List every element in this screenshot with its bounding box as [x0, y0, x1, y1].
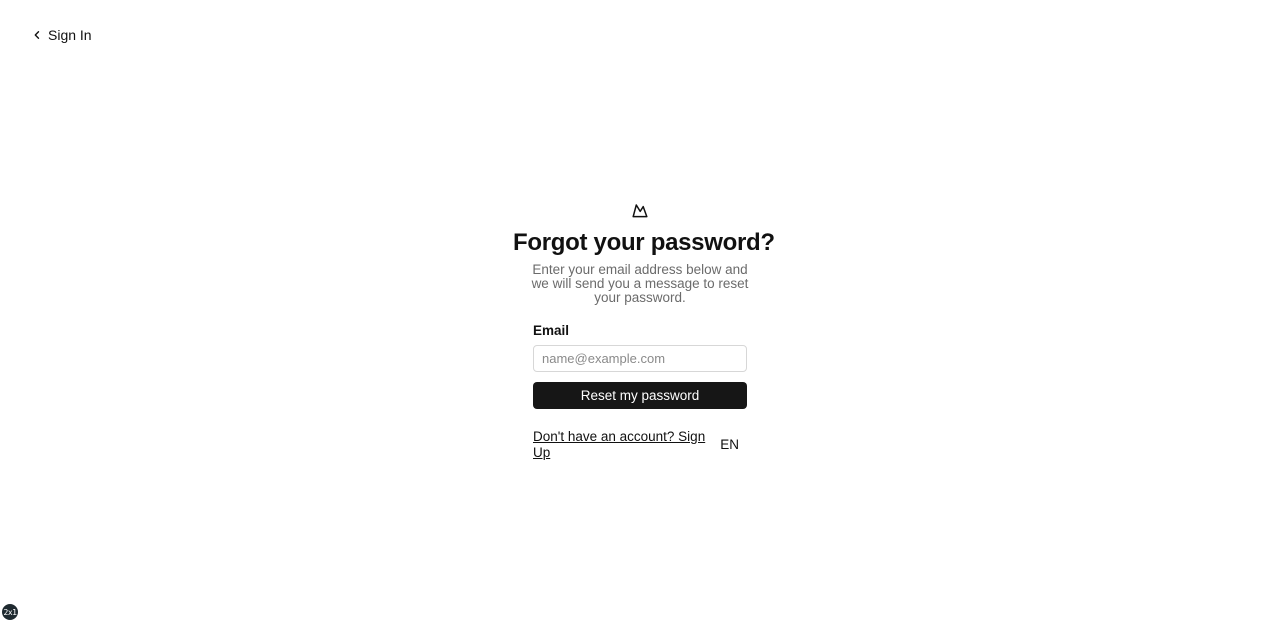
mountain-logo-icon	[533, 203, 747, 221]
email-input[interactable]	[533, 345, 747, 372]
email-label: Email	[533, 323, 570, 338]
chevron-left-icon	[32, 30, 42, 40]
form-footer: Don't have an account? Sign Up EN	[533, 429, 747, 461]
page: Sign In Forgot your password? Enter your…	[0, 0, 1280, 623]
debug-badge[interactable]: 2x1	[2, 604, 18, 620]
back-link-label: Sign In	[48, 27, 92, 43]
language-selector[interactable]: EN	[720, 437, 739, 453]
reset-password-button[interactable]: Reset my password	[533, 382, 747, 409]
back-to-sign-in-link[interactable]: Sign In	[32, 26, 92, 44]
page-title: Forgot your password?	[513, 229, 775, 256]
page-subtitle: Enter your email address below and we wi…	[531, 262, 749, 305]
forgot-password-card: Forgot your password? Enter your email a…	[513, 203, 775, 461]
sign-up-link[interactable]: Don't have an account? Sign Up	[533, 429, 720, 461]
